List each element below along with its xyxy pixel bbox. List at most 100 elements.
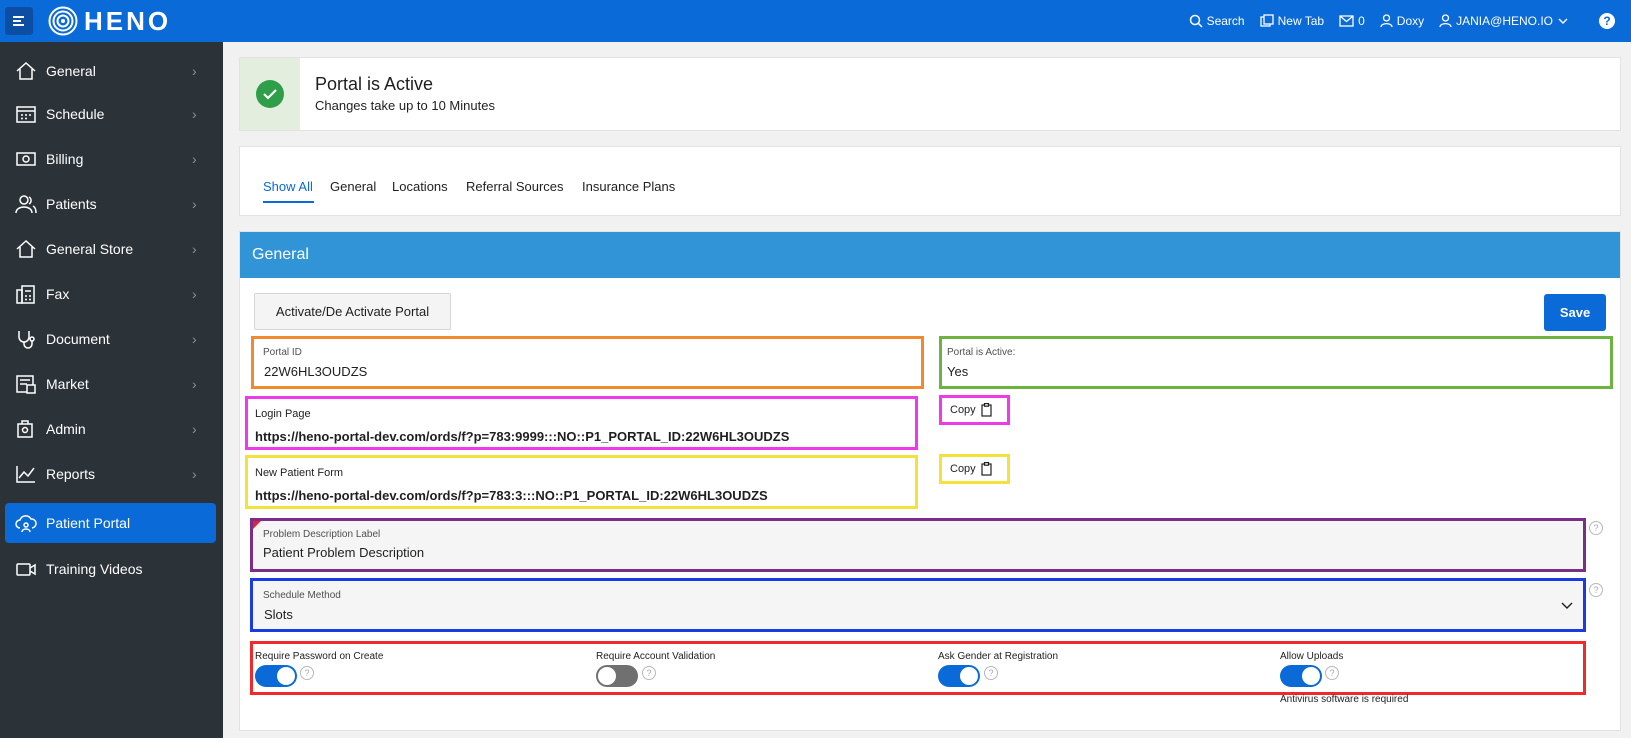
ask-gender-label: Ask Gender at Registration [938, 651, 1059, 662]
search-icon [1189, 14, 1203, 28]
top-nav: Search New Tab 0 Doxy JANIA@HENO.IO ? [1189, 0, 1631, 42]
doxy-link[interactable]: Doxy [1380, 14, 1424, 28]
help-question-icon[interactable]: ? [300, 666, 314, 680]
hamburger-icon [13, 16, 24, 26]
toggle-knob [960, 667, 978, 685]
login-page-url[interactable]: https://heno-portal-dev.com/ords/f?p=783… [255, 429, 789, 444]
calendar-icon [16, 106, 36, 123]
alert-title: Portal is Active [315, 74, 434, 94]
new-tab-link[interactable]: New Tab [1259, 14, 1325, 28]
sidebar-item-market[interactable]: Market › [0, 364, 223, 404]
region-header: General [240, 232, 1620, 278]
mail-icon [1339, 15, 1354, 27]
market-icon [16, 375, 36, 394]
tab-locations[interactable]: Locations [392, 179, 448, 194]
require-password-label: Require Password on Create [255, 651, 384, 662]
sidebar-item-fax[interactable]: Fax › [0, 274, 223, 314]
new-patient-form-label: New Patient Form [255, 467, 344, 479]
help-question-icon[interactable]: ? [1325, 666, 1339, 680]
messages-link[interactable]: 0 [1339, 14, 1365, 28]
chevron-right-icon: › [192, 196, 197, 212]
require-password-toggle[interactable] [255, 665, 297, 687]
home-icon [16, 239, 36, 258]
help-question-icon[interactable]: ? [1589, 521, 1603, 535]
sidebar-item-label: Admin [46, 421, 86, 437]
login-page-label: Login Page [255, 408, 311, 420]
portal-id-label: Portal ID [263, 347, 302, 358]
sidebar-item-label: Training Videos [46, 561, 143, 577]
chevron-right-icon: › [192, 466, 197, 482]
sidebar-item-label: General Store [46, 241, 134, 257]
chevron-right-icon: › [192, 286, 197, 302]
users-icon [15, 195, 37, 214]
copy-form-url-button[interactable]: Copy [950, 462, 992, 476]
sidebar-item-label: Reports [46, 466, 96, 482]
new-patient-form-url[interactable]: https://heno-portal-dev.com/ords/f?p=783… [255, 488, 768, 503]
sidebar-item-label: Fax [46, 286, 70, 302]
messages-count: 0 [1358, 14, 1365, 28]
admin-icon [17, 420, 33, 438]
tab-general[interactable]: General [330, 179, 376, 194]
region-title: General [252, 246, 309, 263]
require-validation-toggle[interactable] [596, 665, 638, 687]
help-question-icon[interactable]: ? [642, 666, 656, 680]
sidebar-item-document[interactable]: Document › [0, 319, 223, 359]
sidebar-item-general[interactable]: General › [0, 51, 223, 91]
sidebar-item-general-store[interactable]: General Store › [0, 229, 223, 269]
save-button[interactable]: Save [1544, 294, 1606, 331]
sidebar-item-patients[interactable]: Patients › [0, 184, 223, 224]
sidebar-item-label: Billing [46, 151, 84, 167]
toggle-knob [598, 667, 616, 685]
portal-active-field: Portal is Active: Yes [939, 336, 1613, 389]
search-link[interactable]: Search [1189, 14, 1245, 28]
problem-description-field[interactable]: Problem Description Label Patient Proble… [250, 518, 1586, 572]
copy-login-url-button[interactable]: Copy [950, 403, 992, 417]
copy-label: Copy [950, 463, 976, 475]
video-camera-icon [16, 563, 36, 576]
sidebar-item-billing[interactable]: Billing › [0, 139, 223, 179]
copy-form-url-box: Copy [939, 454, 1010, 484]
top-bar: HENO Search New Tab 0 Doxy JANIA@HENO.IO… [0, 0, 1631, 42]
clipboard-icon [981, 462, 992, 476]
user-menu[interactable]: JANIA@HENO.IO [1439, 14, 1572, 28]
copy-label: Copy [950, 404, 976, 416]
sidebar-item-schedule[interactable]: Schedule › [0, 94, 223, 134]
problem-description-label: Problem Description Label [263, 529, 381, 540]
toggle-knob [1302, 667, 1320, 685]
allow-uploads-toggle[interactable] [1280, 665, 1322, 687]
money-icon [16, 152, 36, 166]
sidebar-item-label: Schedule [46, 106, 105, 122]
chevron-right-icon: › [192, 376, 197, 392]
tab-show-all[interactable]: Show All [263, 179, 313, 194]
schedule-method-select[interactable]: Schedule Method Slots [250, 578, 1586, 632]
problem-description-value[interactable]: Patient Problem Description [263, 545, 424, 560]
sidebar-item-patient-portal[interactable]: Patient Portal [5, 503, 216, 543]
heno-logo[interactable]: HENO [48, 6, 171, 37]
copy-login-url-box: Copy [939, 395, 1010, 425]
help-question-icon[interactable]: ? [1589, 583, 1603, 597]
sidebar-item-admin[interactable]: Admin › [0, 409, 223, 449]
sidebar-item-training-videos[interactable]: Training Videos [0, 549, 223, 589]
tab-referral-sources[interactable]: Referral Sources [466, 179, 564, 194]
home-icon [16, 61, 36, 80]
sidebar-item-label: Document [46, 331, 110, 347]
activate-portal-button[interactable]: Activate/De Activate Portal [254, 293, 451, 330]
help-question-icon[interactable]: ? [984, 666, 998, 680]
allow-uploads-label: Allow Uploads [1280, 651, 1344, 662]
help-icon[interactable]: ? [1599, 13, 1615, 29]
sidebar-item-reports[interactable]: Reports › [0, 454, 223, 494]
portal-options-group [250, 641, 1586, 695]
menu-toggle-button[interactable] [5, 7, 33, 35]
user-icon [1439, 14, 1452, 28]
antivirus-note: Antivirus software is required [1280, 694, 1409, 705]
sidebar-item-label: Market [46, 376, 89, 392]
stethoscope-icon [18, 331, 35, 349]
ask-gender-toggle[interactable] [938, 665, 980, 687]
clipboard-icon [981, 403, 992, 417]
tab-insurance-plans[interactable]: Insurance Plans [582, 179, 675, 194]
chevron-right-icon: › [192, 331, 197, 347]
search-label: Search [1206, 14, 1245, 28]
login-page-field: Login Page https://heno-portal-dev.com/o… [245, 396, 918, 450]
new-tab-label: New Tab [1277, 14, 1325, 28]
chevron-right-icon: › [192, 241, 197, 257]
